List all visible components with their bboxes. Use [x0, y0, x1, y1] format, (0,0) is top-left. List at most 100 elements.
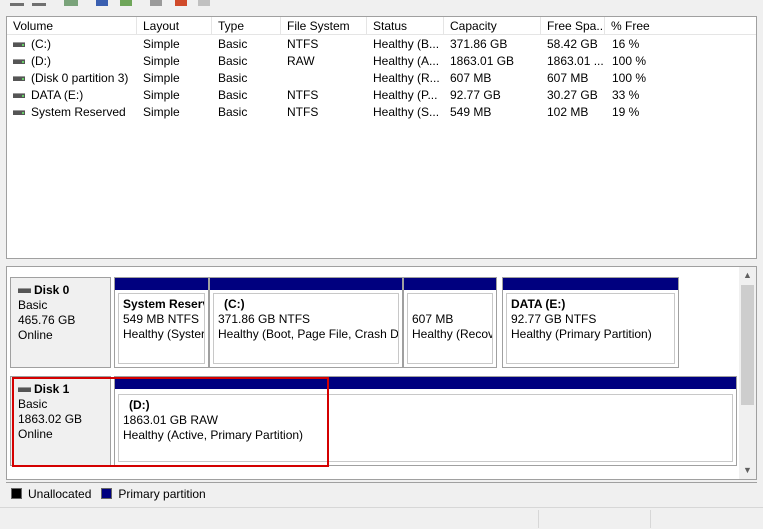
col-percent-free[interactable]: % Free [605, 17, 756, 35]
swatch-unallocated [11, 488, 22, 499]
disk-row-1[interactable]: Disk 1 Basic 1863.02 GB Online (D:) 1863… [10, 376, 737, 466]
partition-status: Healthy (Boot, Page File, Crash Du [218, 327, 399, 341]
search-icon[interactable] [150, 0, 162, 6]
disk-name: Disk 0 [34, 283, 70, 297]
cell-percent-free: 16 % [612, 37, 640, 51]
partition-recovery[interactable]: 607 MB Healthy (Recov [403, 277, 497, 368]
cell-type: Basic [218, 105, 248, 119]
disk-icon [18, 387, 31, 392]
cell-file-system: NTFS [287, 105, 319, 119]
partition-name [412, 297, 492, 312]
cell-capacity: 607 MB [450, 71, 492, 85]
legend: Unallocated Primary partition [6, 482, 757, 504]
disk-graphical-view[interactable]: Disk 0 Basic 465.76 GB Online System Res… [6, 266, 757, 480]
table-row[interactable]: System Reserved Simple Basic NTFS Health… [7, 104, 756, 121]
partition-size: 92.77 GB NTFS [511, 312, 597, 326]
partition-status: Healthy (Syster [123, 327, 205, 341]
list-icon[interactable] [198, 0, 210, 6]
cell-type: Basic [218, 71, 248, 85]
cell-free-space: 58.42 GB [547, 37, 598, 51]
volume-icon [13, 110, 25, 115]
table-row[interactable]: (Disk 0 partition 3) Simple Basic Health… [7, 70, 756, 87]
swatch-primary [101, 488, 113, 499]
cell-layout: Simple [143, 71, 180, 85]
scroll-down-icon[interactable]: ▼ [739, 462, 756, 479]
partition-data-e[interactable]: DATA (E:) 92.77 GB NTFS Healthy (Primary… [502, 277, 679, 368]
col-layout[interactable]: Layout [137, 17, 212, 35]
disk-type: Basic [18, 298, 48, 312]
volume-list[interactable]: Volume Layout Type File System Status Ca… [6, 16, 757, 259]
cell-status: Healthy (A... [373, 54, 440, 68]
cell-status: Healthy (S... [373, 105, 440, 119]
cell-volume: (Disk 0 partition 3) [31, 71, 129, 85]
status-pane [650, 510, 763, 528]
disk-state: Online [18, 427, 53, 441]
cell-free-space: 102 MB [547, 105, 589, 119]
volume-icon [13, 76, 25, 81]
vertical-scrollbar[interactable]: ▲ ▼ [739, 267, 756, 479]
volume-list-header: Volume Layout Type File System Status Ca… [7, 17, 756, 35]
cell-volume: (C:) [31, 37, 51, 51]
cell-layout: Simple [143, 105, 180, 119]
cell-percent-free: 19 % [612, 105, 640, 119]
col-file-system[interactable]: File System [281, 17, 367, 35]
cell-status: Healthy (R... [373, 71, 440, 85]
cell-percent-free: 100 % [612, 71, 647, 85]
cell-status: Healthy (B... [373, 37, 440, 51]
cell-volume: DATA (E:) [31, 88, 84, 102]
partition-c[interactable]: (C:) 371.86 GB NTFS Healthy (Boot, Page … [209, 277, 403, 368]
up-icon[interactable] [64, 0, 78, 6]
partition-type-bar [404, 278, 496, 290]
partition-name: (C:) [224, 297, 245, 311]
col-type[interactable]: Type [212, 17, 281, 35]
cell-free-space: 1863.01 ... [547, 54, 604, 68]
disk-type: Basic [18, 397, 48, 411]
cell-free-space: 607 MB [547, 71, 589, 85]
table-row[interactable]: (D:) Simple Basic RAW Healthy (A... 1863… [7, 53, 756, 70]
disk-name: Disk 1 [34, 382, 70, 396]
scrollbar-thumb[interactable] [741, 285, 754, 405]
cell-file-system: NTFS [287, 88, 319, 102]
col-free-space[interactable]: Free Spa... [541, 17, 605, 35]
table-row[interactable]: (C:) Simple Basic NTFS Healthy (B... 371… [7, 36, 756, 53]
partition-size: 371.86 GB NTFS [218, 312, 311, 326]
cell-layout: Simple [143, 37, 180, 51]
partition-status: Healthy (Primary Partition) [511, 327, 652, 341]
disk-state: Online [18, 328, 53, 342]
disk-row-0[interactable]: Disk 0 Basic 465.76 GB Online System Res… [10, 277, 737, 368]
table-row[interactable]: DATA (E:) Simple Basic NTFS Healthy (P..… [7, 87, 756, 104]
partition-d[interactable]: (D:) 1863.01 GB RAW Healthy (Active, Pri… [114, 376, 737, 466]
col-volume[interactable]: Volume [7, 17, 137, 35]
cell-file-system: NTFS [287, 37, 319, 51]
col-capacity[interactable]: Capacity [444, 17, 541, 35]
disk-size: 1863.02 GB [18, 412, 83, 426]
partition-name: (D:) [129, 398, 150, 412]
status-pane [538, 510, 650, 528]
partition-type-bar [115, 377, 736, 389]
cell-capacity: 549 MB [450, 105, 492, 119]
legend-label: Unallocated [28, 486, 92, 501]
disk-title: Disk 0 [18, 283, 110, 298]
cell-volume: System Reserved [31, 105, 126, 119]
help-icon[interactable] [96, 0, 108, 6]
properties-icon[interactable] [120, 0, 132, 6]
partition-type-bar [503, 278, 678, 290]
disk-title: Disk 1 [18, 382, 110, 397]
disk-info-0[interactable]: Disk 0 Basic 465.76 GB Online [10, 277, 111, 368]
toolbar [0, 0, 763, 16]
partition-system-reserved[interactable]: System Reserv 549 MB NTFS Healthy (Syste… [114, 277, 209, 368]
volume-icon [13, 59, 25, 64]
cell-capacity: 1863.01 GB [450, 54, 515, 68]
refresh-icon[interactable] [175, 0, 187, 6]
cell-capacity: 92.77 GB [450, 88, 501, 102]
cell-layout: Simple [143, 88, 180, 102]
scroll-up-icon[interactable]: ▲ [739, 267, 756, 284]
disk-info-1[interactable]: Disk 1 Basic 1863.02 GB Online [10, 376, 111, 466]
cell-status: Healthy (P... [373, 88, 438, 102]
partition-status: Healthy (Recov [412, 327, 493, 341]
cell-percent-free: 33 % [612, 88, 640, 102]
forward-icon[interactable] [32, 0, 46, 6]
cell-type: Basic [218, 37, 248, 51]
col-status[interactable]: Status [367, 17, 444, 35]
back-icon[interactable] [10, 0, 24, 6]
